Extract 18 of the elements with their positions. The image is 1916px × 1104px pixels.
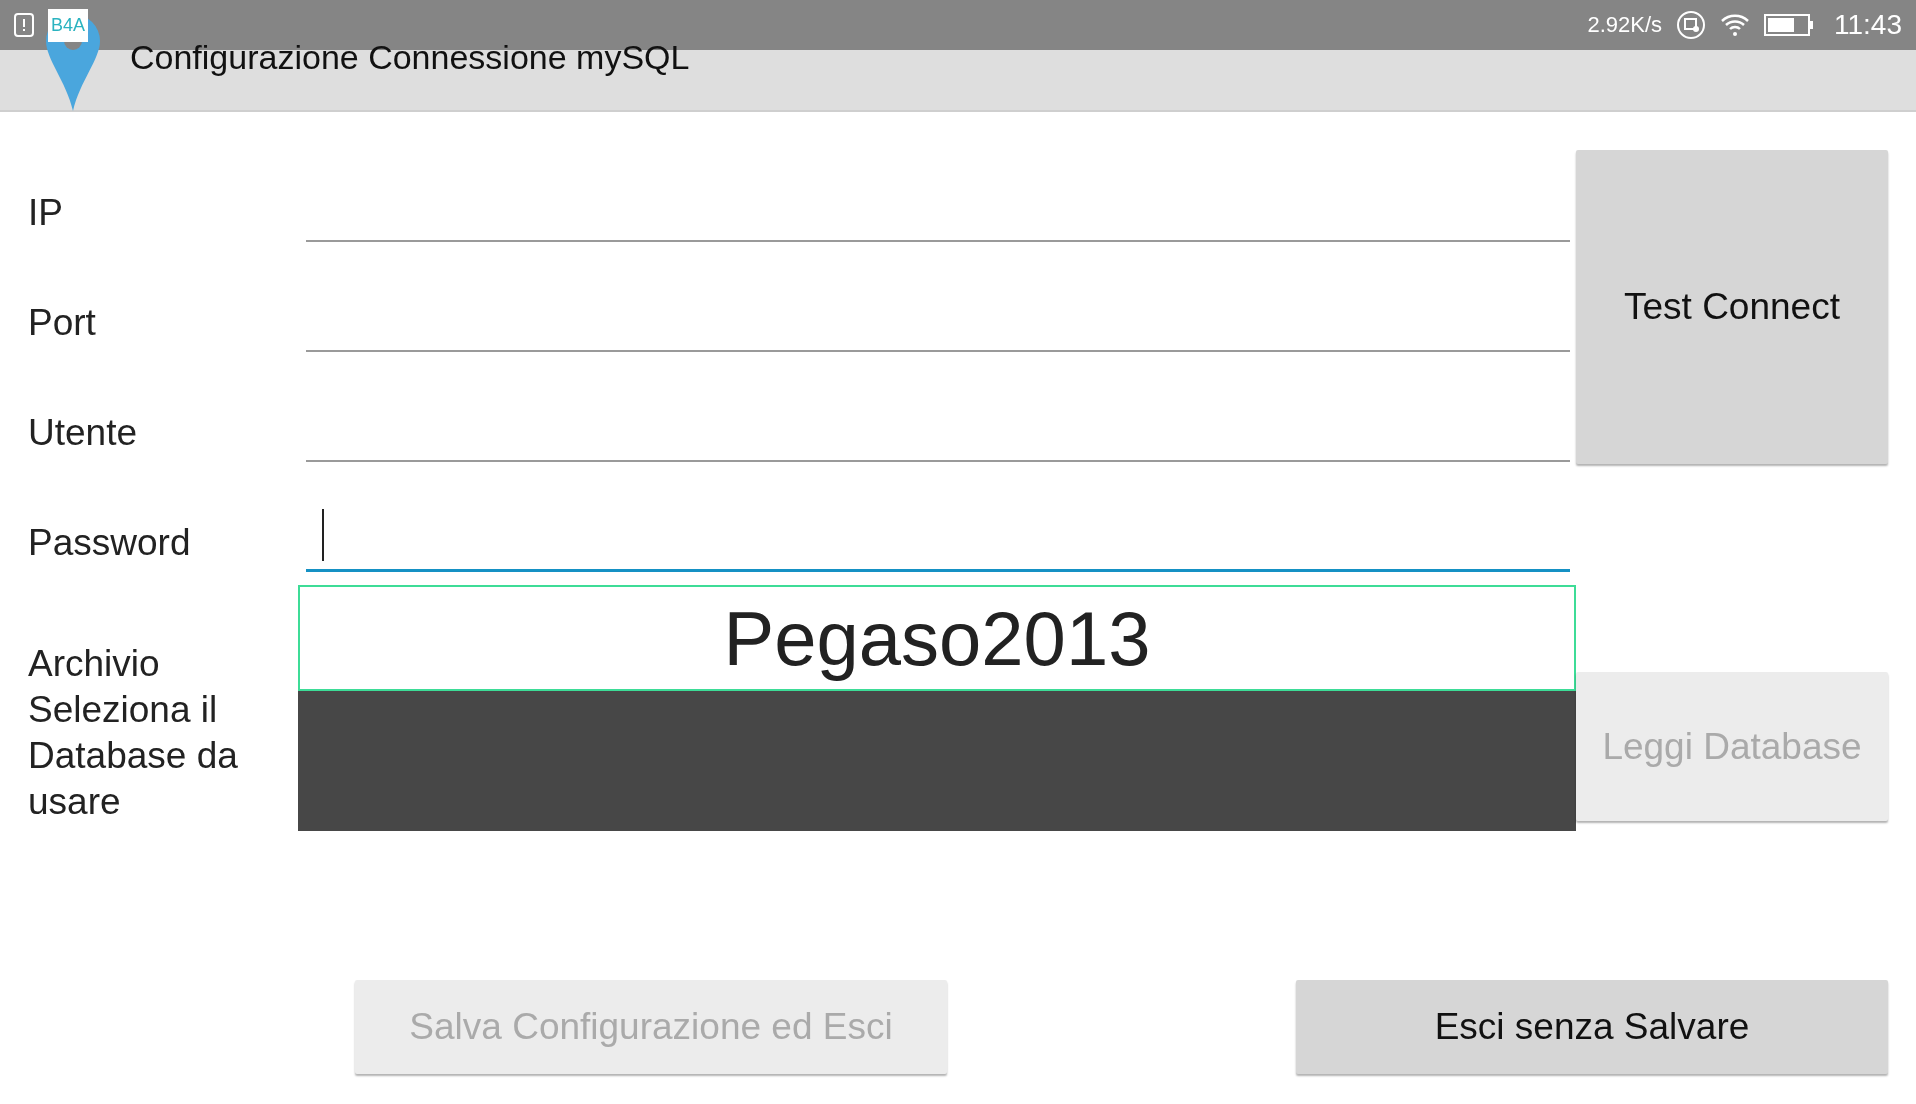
field-label: Utente (28, 412, 138, 455)
window-title: Configurazione Connessione mySQL (130, 38, 690, 77)
network-speed: 2.92K/s (1587, 12, 1662, 38)
alert-icon (14, 13, 34, 37)
field-label: IP (28, 192, 64, 235)
database-dropdown[interactable]: Pegaso2013 (298, 585, 1576, 691)
exit-button[interactable]: Esci senza Salvare (1296, 980, 1888, 1074)
test-connect-button[interactable]: Test Connect (1576, 150, 1888, 464)
field-label: Port (28, 302, 97, 345)
wifi-icon (1720, 13, 1750, 37)
input-field[interactable] (306, 509, 1570, 572)
field-label: Seleziona il Database da usare (28, 688, 239, 824)
clock-time: 11:43 (1834, 9, 1902, 41)
field-label: Password (28, 522, 192, 565)
app-notification-badge: B4A (48, 8, 89, 42)
field-label: Archivio (28, 642, 161, 686)
battery-icon (1764, 13, 1814, 37)
screen-gear-icon (1676, 10, 1706, 40)
